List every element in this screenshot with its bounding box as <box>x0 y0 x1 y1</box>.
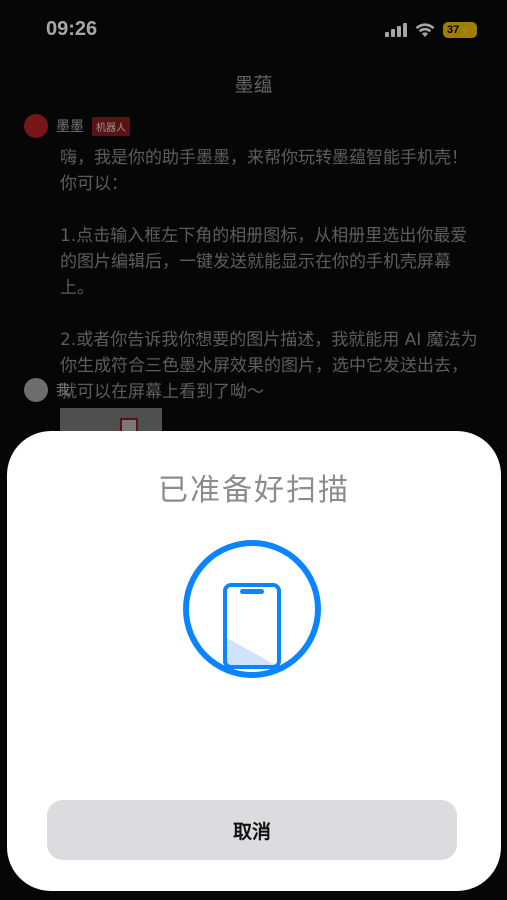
scan-bottom-sheet: 已准备好扫描 取消 <box>7 431 501 891</box>
phone-scan-icon <box>183 540 321 678</box>
cancel-button[interactable]: 取消 <box>47 800 457 860</box>
screen: 墨蕴 墨墨 机器人 嗨，我是你的助手墨墨，来帮你玩转墨蕴智能手机壳！你可以： 1… <box>0 0 507 900</box>
sheet-title: 已准备好扫描 <box>158 473 350 508</box>
